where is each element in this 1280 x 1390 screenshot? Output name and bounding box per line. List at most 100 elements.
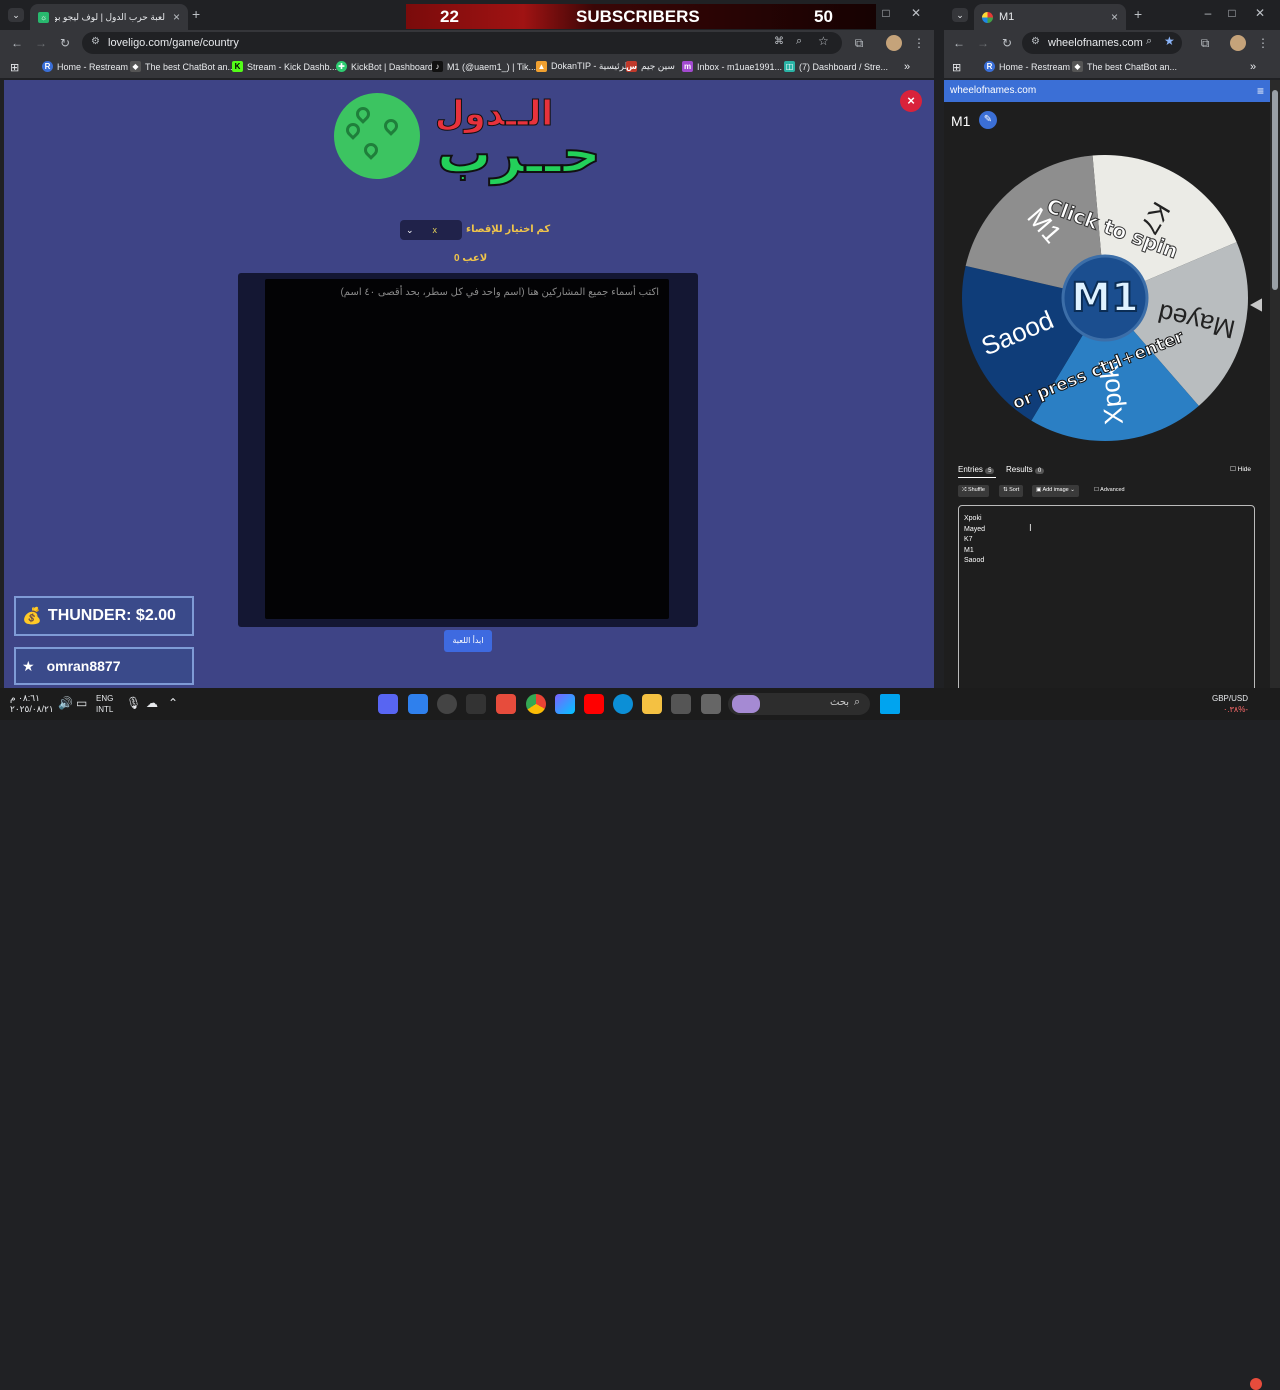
logo-text-bottom: حــرب [436, 121, 602, 186]
profile-avatar[interactable] [1230, 35, 1246, 51]
extensions-icon[interactable]: ⧉ [1196, 36, 1214, 51]
taskbar: ٠٨:٦١ م ٢٠٢٥/٠٨/٢١ 🔊 ▭ ENG INTL 🎙 ☁ ⌃ بحث … [0, 688, 1280, 1390]
add-image-button[interactable]: ▣ Add image ⌄ [1032, 485, 1079, 497]
reload-icon[interactable]: ↻ [56, 36, 74, 50]
site-header: wheelofnames.com ≡ [944, 80, 1270, 102]
obs-icon[interactable] [437, 694, 457, 714]
stream-app-icon[interactable] [496, 694, 516, 714]
close-window-icon[interactable]: ✕ [906, 6, 926, 20]
wheel[interactable]: K7MayedXpokiSaoodM1 M1 Click to spin or … [962, 155, 1262, 455]
site-info-icon[interactable]: ⚙ [1031, 36, 1040, 47]
chrome-icon[interactable] [526, 694, 546, 714]
entries-textarea[interactable]: Xpoki Mayed K7 M1 Saood I [958, 505, 1255, 688]
extensions-icon[interactable]: ⧉ [850, 36, 868, 51]
address-bar[interactable]: ⚙ loveligo.com/game/country ⌘ ⌕ ☆ [82, 32, 842, 54]
hide-checkbox[interactable]: ☐ Hide [1230, 465, 1251, 473]
shuffle-button[interactable]: ⤮ Shuffle [958, 485, 989, 497]
scrollbar-thumb[interactable] [1272, 90, 1278, 290]
network-icon[interactable]: ▭ [76, 696, 87, 710]
windows-start-icon[interactable] [880, 694, 900, 714]
chatbot-icon: ◆ [130, 61, 141, 72]
site-info-icon[interactable]: ⚙ [91, 36, 100, 47]
bookmark-kick[interactable]: K Stream - Kick Dashb... [232, 61, 337, 72]
bookmark-dashboard[interactable]: ◫ (7) Dashboard / Stre... [784, 61, 888, 72]
forward-icon[interactable]: → [974, 36, 992, 50]
close-tab-icon[interactable]: × [1111, 10, 1118, 24]
store-icon[interactable] [671, 694, 691, 714]
tab-entries[interactable]: Entries 5 [958, 465, 995, 474]
zoom-icon[interactable]: ⌕ [796, 35, 802, 48]
copilot-icon[interactable] [555, 694, 575, 714]
profile-avatar[interactable] [886, 35, 902, 51]
new-tab-button[interactable]: + [1134, 6, 1142, 22]
elimination-select[interactable]: ⌄ x [400, 220, 462, 240]
discord-icon[interactable] [378, 694, 398, 714]
app-icon[interactable] [408, 694, 428, 714]
right-url-text: wheelofnames.com [1048, 37, 1143, 49]
bookmark-kickbot[interactable]: ✚ KickBot | Dashboard [336, 61, 433, 72]
back-icon[interactable]: ← [8, 36, 26, 50]
forward-icon[interactable]: → [32, 36, 50, 50]
right-address-bar[interactable]: ⚙ wheelofnames.com ⌕ ★ [1022, 32, 1182, 54]
app-icon[interactable] [701, 694, 721, 714]
tab-results[interactable]: Results 0 [1006, 465, 1045, 474]
camera-app-icon[interactable] [466, 694, 486, 714]
entry-line: K7 [964, 536, 973, 544]
bookmark-chatbot[interactable]: ◆ The best ChatBot an... [1072, 61, 1177, 72]
close-game-button[interactable]: × [900, 90, 922, 112]
back-icon[interactable]: ← [950, 36, 968, 50]
tab-game[interactable]: ☼ لعبة حرب الدول | لوف ليجو بوفر × [30, 4, 188, 30]
reload-icon[interactable]: ↻ [998, 36, 1016, 50]
close-tab-icon[interactable]: × [173, 10, 180, 24]
new-tab-button[interactable]: + [192, 6, 200, 22]
bookmark-chatbot[interactable]: ◆ The best ChatBot an... [130, 61, 235, 72]
bookmarks-overflow-icon[interactable]: » [1250, 61, 1256, 73]
tiktok-icon: ♪ [432, 61, 443, 72]
clock[interactable]: ٠٨:٦١ م ٢٠٢٥/٠٨/٢١ [10, 693, 54, 715]
bookmark-restream[interactable]: R Home - Restream [984, 61, 1070, 72]
start-game-button[interactable]: ابدأ اللعبة [444, 630, 492, 652]
translate-icon[interactable]: ⌘ [774, 36, 784, 47]
apps-icon[interactable]: ⊞ [10, 61, 19, 74]
restore-icon[interactable]: □ [876, 6, 896, 20]
menu-icon[interactable]: ⋮ [910, 36, 928, 50]
edit-pencil-icon[interactable]: ✎ [979, 111, 997, 129]
apps-icon[interactable]: ⊞ [952, 61, 961, 74]
names-textarea[interactable]: اكتب أسماء جميع المشاركين هنا (اسم واحد … [265, 279, 669, 619]
right-tab-list-button[interactable]: ⌄ [952, 8, 968, 22]
onedrive-icon[interactable]: ☁ [146, 696, 158, 710]
advanced-checkbox[interactable]: ☐ Advanced [1090, 485, 1129, 497]
search-box[interactable]: بحث ⌕ [728, 693, 870, 715]
maximize-icon[interactable]: □ [1222, 6, 1242, 20]
hamburger-menu-icon[interactable]: ≡ [1257, 84, 1264, 98]
sort-button[interactable]: ⇅ Sort [999, 485, 1024, 497]
scrollbar[interactable] [1270, 80, 1280, 688]
tab-list-button[interactable]: ⌄ [8, 8, 24, 22]
close-window-icon[interactable]: ✕ [1250, 6, 1270, 20]
bookmarks-overflow-icon[interactable]: » [904, 61, 910, 73]
bookmark-seen-jeem[interactable]: س سين جيم [626, 61, 675, 72]
volume-icon[interactable]: 🔊 [58, 696, 73, 710]
mic-icon[interactable]: 🎙 [126, 696, 141, 710]
bookmark-star-icon[interactable]: ☆ [818, 34, 829, 48]
menu-icon[interactable]: ⋮ [1254, 36, 1272, 50]
bookmark-inbox[interactable]: m Inbox - m1uae1991... [682, 61, 782, 72]
minimize-icon[interactable]: – [1198, 6, 1218, 20]
language-indicator[interactable]: ENG INTL [96, 693, 113, 715]
bookmark-restream[interactable]: R Home - Restream [42, 61, 128, 72]
chatbot-icon: ◆ [1072, 61, 1083, 72]
wheel-pointer-icon [1250, 298, 1262, 312]
text-cursor-icon: I [1029, 523, 1032, 534]
bookmark-tiktok[interactable]: ♪ M1 (@uaem1_) | Tik... [432, 61, 536, 72]
currency-widget[interactable]: GBP/USD ٠.٣٨%- [1212, 693, 1248, 715]
chevron-down-icon: ⌄ [406, 224, 414, 235]
tab-wheel[interactable]: M1 × [974, 4, 1126, 30]
zoom-icon[interactable]: ⌕ [1146, 35, 1152, 48]
right-bookmarks-bar: ⊞ R Home - Restream ◆ The best ChatBot an.… [944, 56, 1280, 78]
file-explorer-icon[interactable] [642, 694, 662, 714]
bookmark-star-icon[interactable]: ★ [1164, 34, 1175, 48]
youtube-icon[interactable] [584, 694, 604, 714]
bookmark-dokantip[interactable]: ▲ DokanTIP - الرئيسية [536, 61, 630, 72]
tray-chevron-icon[interactable]: ⌃ [168, 696, 178, 710]
edge-icon[interactable] [613, 694, 633, 714]
